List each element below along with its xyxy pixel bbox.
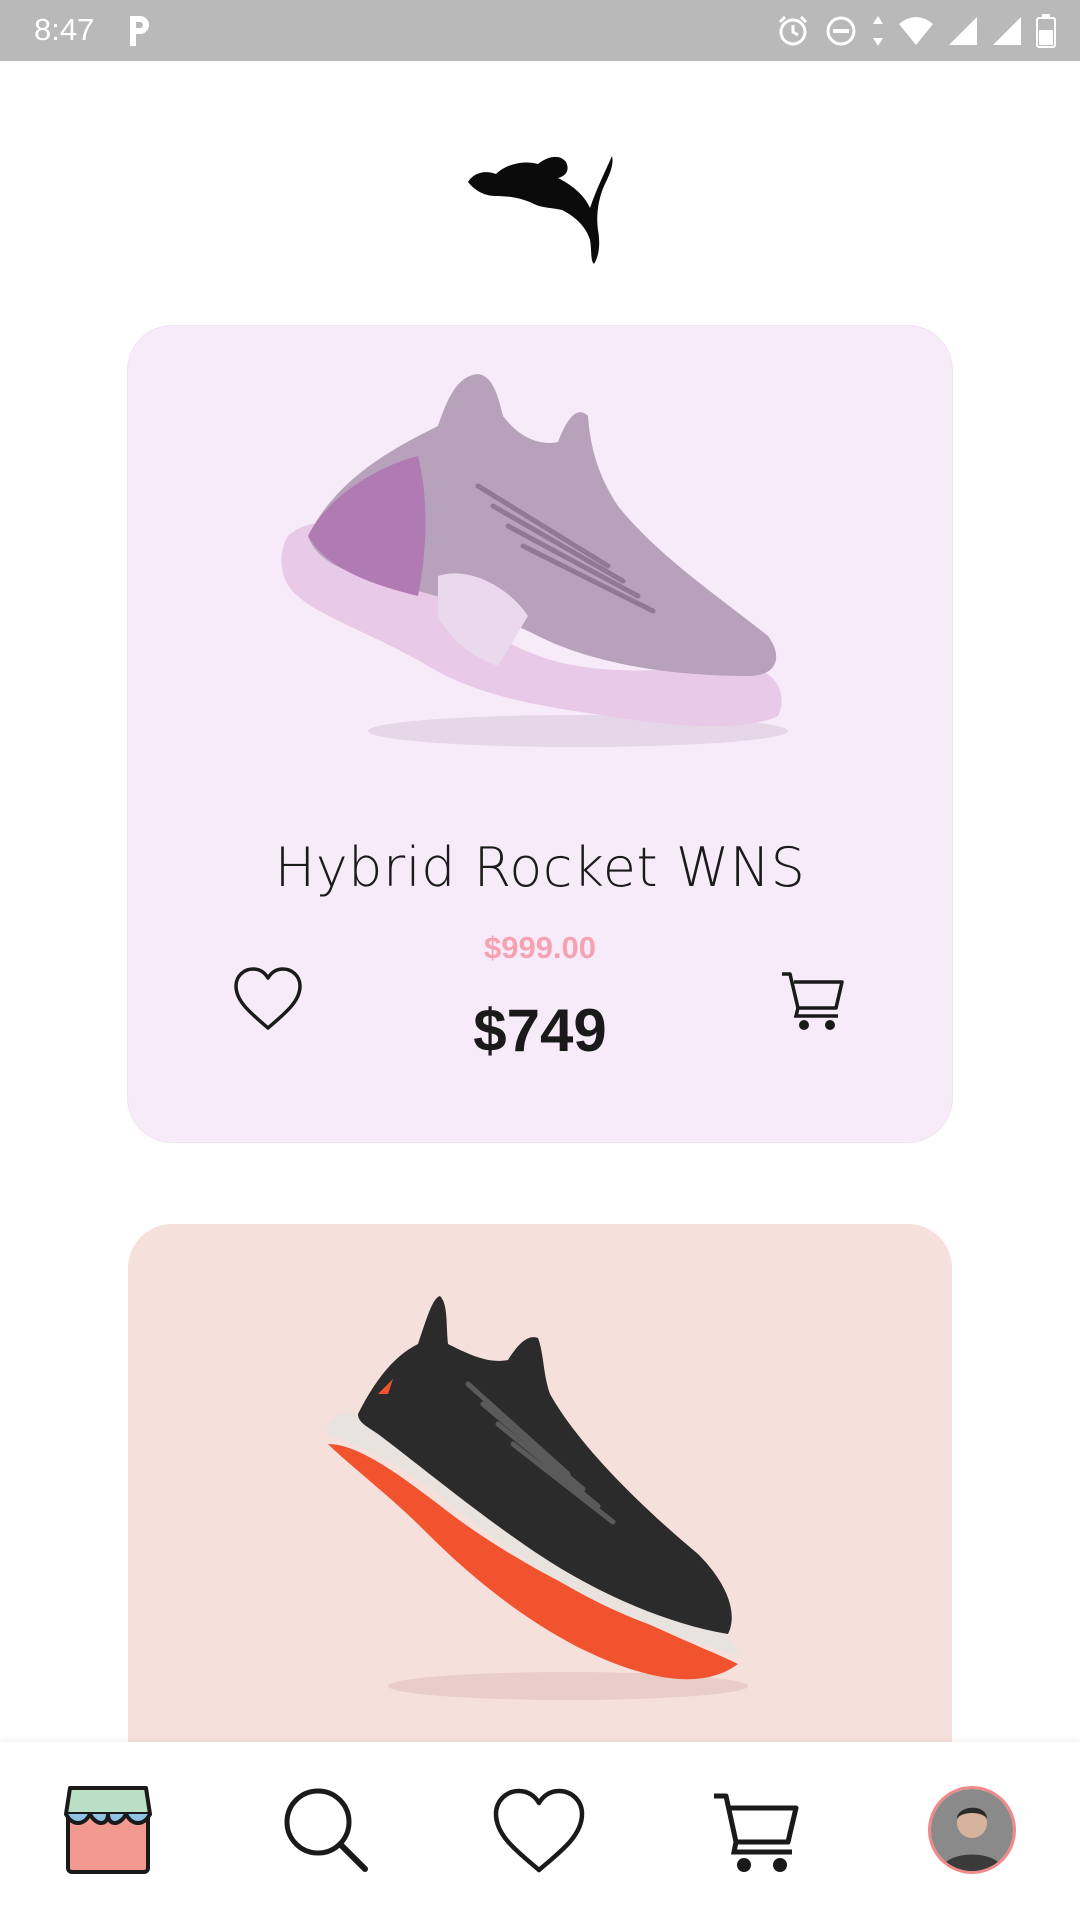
old-price: $999.00 [483,930,597,965]
signal-icon [949,17,977,45]
search-icon[interactable] [280,1784,370,1874]
do-not-disturb-icon [826,16,856,46]
puma-logo [468,156,613,264]
status-bar: 8:47 [0,0,1080,61]
status-icons [776,12,1056,50]
battery-icon [1036,14,1056,48]
data-arrows-icon [873,16,883,46]
status-time: 8:47 [34,12,95,47]
pink-sneaker-image [281,374,788,747]
p-app-icon [130,16,149,46]
wifi-icon [899,17,933,45]
cart-icon[interactable] [712,1788,802,1874]
product-title: Hybrid Rocket WNS [274,836,806,899]
bottom-navigation [0,1742,1080,1920]
black-orange-sneaker-image [326,1296,748,1700]
favorite-heart-icon[interactable] [232,966,304,1032]
signal-icon [993,17,1021,45]
product-card[interactable] [128,1224,952,1784]
add-to-cart-icon[interactable] [780,968,846,1032]
product-card[interactable]: Hybrid Rocket WNS $999.00 $749 [128,326,952,1142]
alarm-icon [778,15,808,46]
avatar[interactable] [928,1786,1016,1874]
avatar-image [931,1789,1013,1871]
favorites-heart-icon[interactable] [492,1788,586,1874]
store-icon[interactable] [60,1784,156,1876]
